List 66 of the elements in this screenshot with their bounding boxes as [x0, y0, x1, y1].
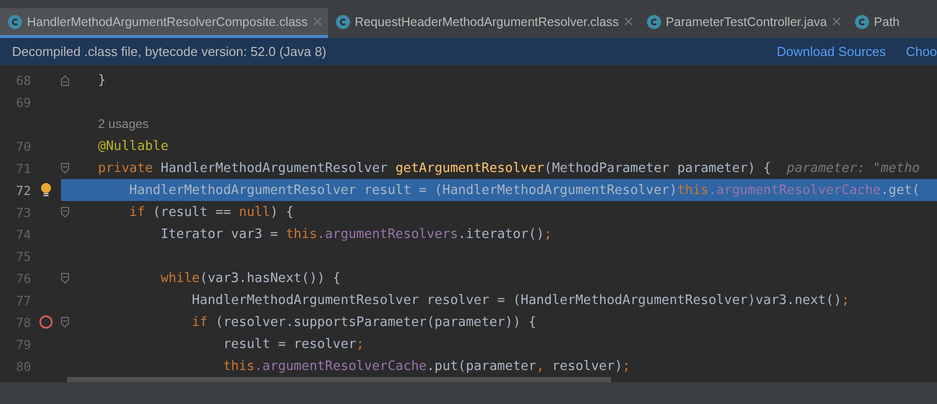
code-token: ;: [622, 358, 630, 374]
close-icon[interactable]: [312, 17, 322, 26]
line-number: 73: [14, 204, 31, 220]
code-token: HandlerMethodArgumentResolver result = (HandlerMethodArgumentResolver): [128, 182, 678, 198]
breakpoint-icon[interactable]: [39, 315, 53, 329]
code-token: getArgumentResolver: [395, 160, 544, 176]
fold-icon[interactable]: [61, 272, 69, 284]
banner-link[interactable]: Choo: [906, 44, 937, 59]
code-token: (resolver.supportsParameter(parameter)) {: [215, 314, 536, 330]
code-token: (result ==: [152, 204, 232, 220]
line-number: 69: [14, 94, 31, 110]
code-token: .argumentResolverCache: [708, 182, 881, 198]
code-token: this: [286, 226, 318, 242]
code-token: ;: [544, 226, 552, 242]
code-token: if: [190, 314, 209, 330]
line-number: 76: [14, 270, 31, 286]
code-token: @Nullable: [98, 138, 168, 154]
code-token: while: [160, 270, 200, 286]
code-token: result = resolver: [222, 336, 356, 352]
lightbulb-icon[interactable]: [40, 183, 52, 197]
code-token: (var3.hasNext()) {: [200, 270, 341, 286]
line-number: 80: [14, 358, 31, 374]
banner-link[interactable]: Download Sources: [776, 44, 886, 59]
code-token: ;: [356, 336, 364, 352]
line-number: 68: [14, 72, 31, 88]
code-token: this: [677, 182, 708, 198]
fold-icon[interactable]: [61, 162, 69, 174]
fold-icon[interactable]: [61, 74, 69, 86]
line-number: 74: [14, 226, 31, 242]
code-token: ,: [536, 358, 546, 374]
close-icon[interactable]: [832, 17, 841, 26]
code-token: ;: [842, 292, 850, 308]
line-number: 70: [14, 138, 31, 154]
code-token: HandlerMethodArgumentResolver: [160, 160, 389, 176]
code-token: .argumentResolvers: [317, 226, 458, 242]
code-token: Iterator var3 =: [160, 226, 280, 242]
editor-tab[interactable]: HandlerMethodArgumentResolverComposite.class: [0, 8, 328, 38]
code-token: null: [238, 204, 270, 220]
fold-icon[interactable]: [61, 316, 69, 328]
fold-icon[interactable]: [61, 206, 69, 218]
class-icon: [646, 14, 661, 28]
code-token: parameter: "metho: [786, 160, 920, 176]
class-icon: [8, 14, 22, 28]
line-number: 78: [14, 314, 31, 330]
code-token: .argumentResolverCache: [254, 358, 427, 374]
code-token: private: [98, 160, 154, 176]
class-icon: [336, 14, 350, 28]
code-token: resolver): [552, 358, 622, 374]
code-token: (MethodParameter parameter) {: [544, 160, 772, 176]
code-token: ) {: [270, 204, 294, 220]
usages-hint[interactable]: 2 usages: [98, 117, 149, 131]
line-number: 75: [14, 248, 31, 264]
line-number: 79: [14, 336, 31, 352]
code-token: }: [98, 72, 106, 88]
line-number: 71: [14, 160, 31, 176]
line-number: 77: [14, 292, 31, 308]
banner-message: Decompiled .class file, bytecode version: 52.0 (Java 8): [12, 44, 328, 59]
code-token: HandlerMethodArgumentResolver resolver = (HandlerMethodArgumentResolver)var3.next(): [190, 292, 842, 308]
code-token: this: [222, 358, 255, 374]
close-icon[interactable]: [624, 17, 633, 26]
line-number: 72: [14, 182, 31, 198]
class-icon: [854, 14, 869, 28]
code-token: .put(parameter: [426, 358, 536, 374]
code-token: .get(: [880, 182, 920, 198]
code-token: if: [128, 204, 146, 220]
code-token: .iterator(): [458, 226, 544, 242]
